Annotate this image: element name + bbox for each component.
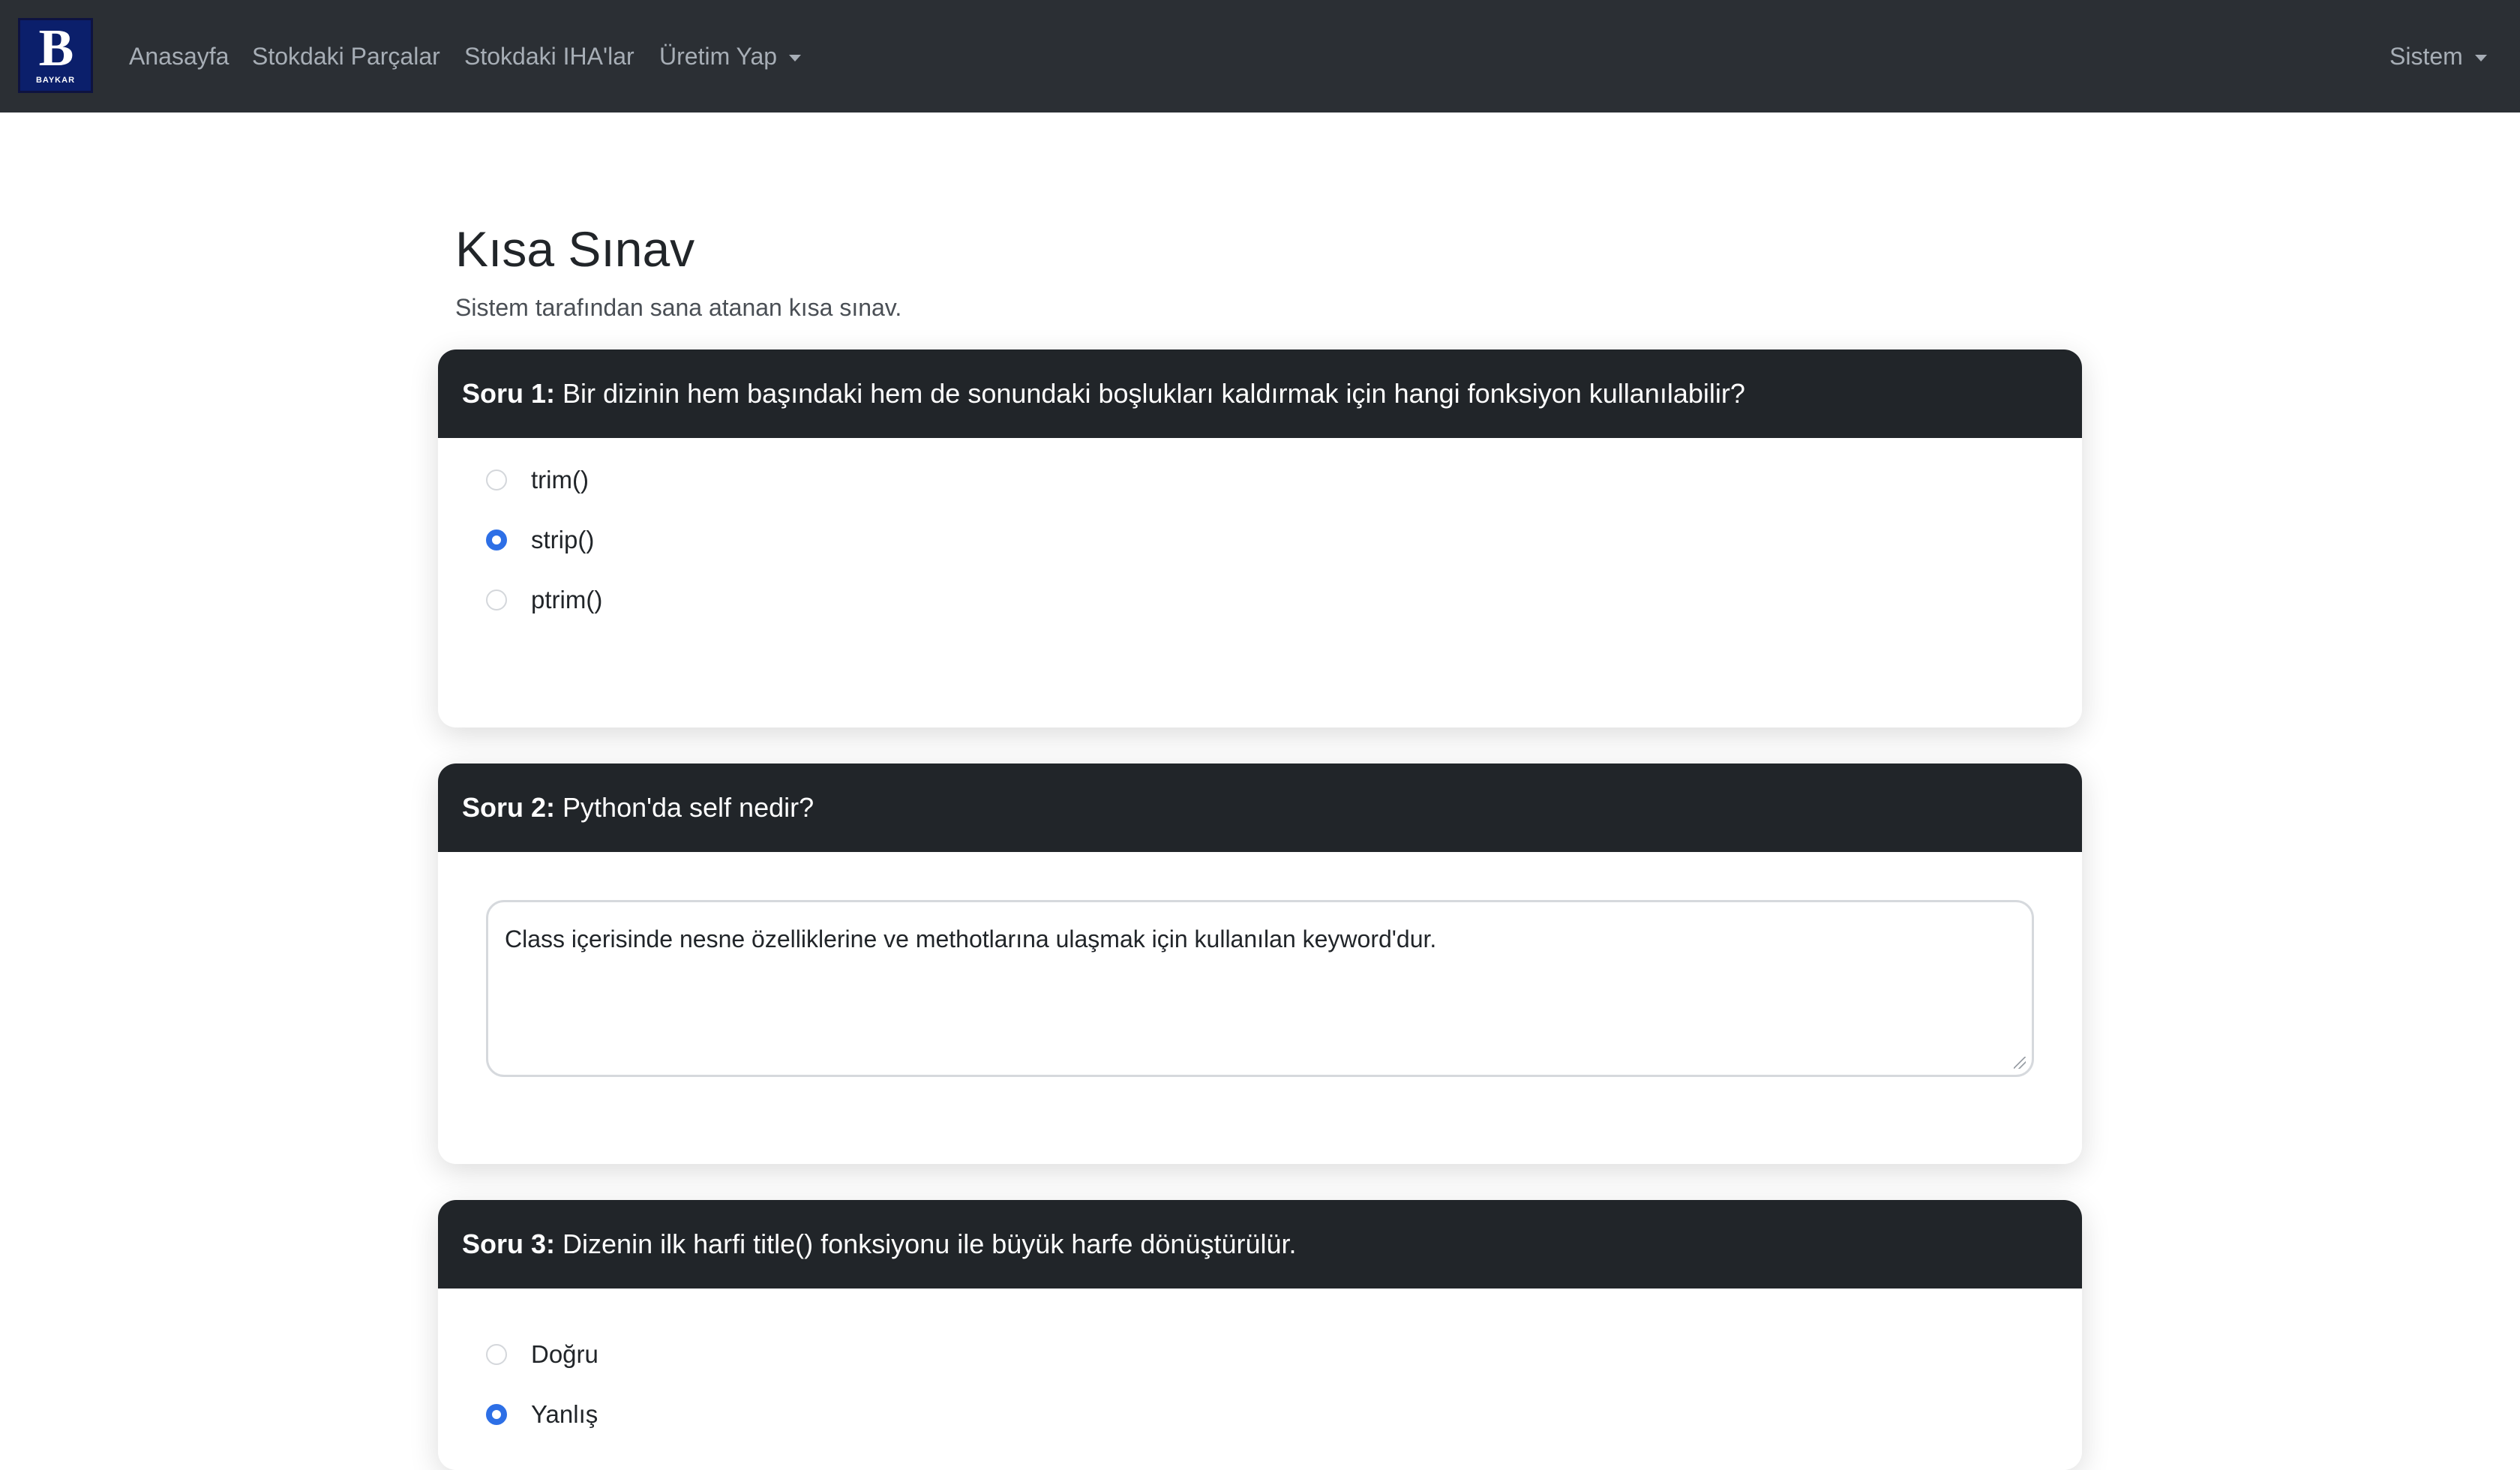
logo-b-mark: B <box>38 20 74 77</box>
chevron-down-icon <box>2474 55 2487 62</box>
answer-textarea[interactable]: Class içerisinde nesne özelliklerine ve … <box>486 900 2034 1077</box>
question-text-2: Python'da self nedir? <box>562 792 814 823</box>
option-strip[interactable]: strip() <box>486 519 594 561</box>
resize-handle-icon[interactable] <box>2014 1057 2026 1069</box>
nav-dropdown-sistem[interactable]: Sistem <box>2390 38 2487 75</box>
question-header-1: Soru 1: Bir dizinin hem başındaki hem de… <box>438 350 2082 438</box>
page-subtitle: Sistem tarafından sana atanan kısa sınav… <box>455 294 902 321</box>
answer-text: Class içerisinde nesne özelliklerine ve … <box>505 926 1437 952</box>
question-header-3: Soru 3: Dizenin ilk harfi title() fonksi… <box>438 1200 2082 1288</box>
nav-dropdown-uretim-yap[interactable]: Üretim Yap <box>659 38 802 75</box>
chevron-down-icon <box>789 55 802 62</box>
question-card-1: Soru 1: Bir dizinin hem başındaki hem de… <box>438 350 2082 728</box>
option-label: ptrim() <box>531 586 603 614</box>
radio-button[interactable] <box>486 470 507 490</box>
radio-button[interactable] <box>486 590 507 610</box>
nav-link-stokdaki-ihalar[interactable]: Stokdaki IHA'lar <box>464 38 634 75</box>
option-ptrim[interactable]: ptrim() <box>486 579 602 621</box>
question-card-3: Soru 3: Dizenin ilk harfi title() fonksi… <box>438 1200 2082 1470</box>
option-label: Yanlış <box>531 1400 598 1428</box>
nav-dropdown-uretim-yap-label: Üretim Yap <box>659 43 778 70</box>
radio-button-checked[interactable] <box>486 530 507 550</box>
nav-link-anasayfa[interactable]: Anasayfa <box>129 38 229 75</box>
question-label-1: Soru 1: <box>462 378 556 409</box>
question-label-2: Soru 2: <box>462 792 556 823</box>
baykar-logo[interactable]: B BAYKAR <box>18 18 93 93</box>
top-navbar: B BAYKAR Anasayfa Stokdaki Parçalar Stok… <box>0 0 2520 112</box>
option-label: trim() <box>531 466 589 494</box>
option-label: Doğru <box>531 1340 598 1368</box>
option-label: strip() <box>531 526 595 554</box>
question-header-2: Soru 2: Python'da self nedir? <box>438 764 2082 852</box>
logo-text: BAYKAR <box>35 76 76 85</box>
nav-dropdown-sistem-label: Sistem <box>2390 43 2463 70</box>
page-title: Kısa Sınav <box>455 221 695 277</box>
option-yanlis[interactable]: Yanlış <box>486 1394 598 1436</box>
option-trim[interactable]: trim() <box>486 459 589 501</box>
nav-link-stokdaki-parcalar[interactable]: Stokdaki Parçalar <box>252 38 440 75</box>
radio-button-checked[interactable] <box>486 1404 507 1425</box>
question-label-3: Soru 3: <box>462 1228 556 1259</box>
option-dogru[interactable]: Doğru <box>486 1334 598 1376</box>
radio-button[interactable] <box>486 1344 507 1365</box>
question-text-3: Dizenin ilk harfi title() fonksiyonu ile… <box>562 1228 1297 1259</box>
question-text-1: Bir dizinin hem başındaki hem de sonunda… <box>562 378 1745 409</box>
question-card-2: Soru 2: Python'da self nedir? Class içer… <box>438 764 2082 1164</box>
